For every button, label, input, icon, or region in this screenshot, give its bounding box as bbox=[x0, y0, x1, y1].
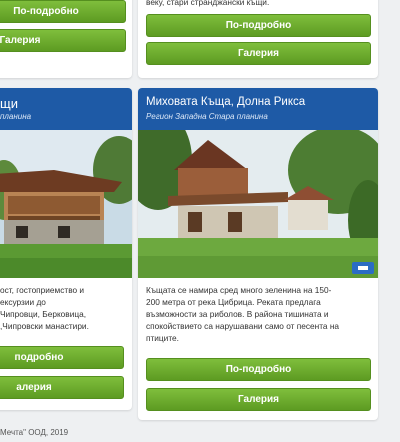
house-card-mihova: Миховата Къща, Долна Рикса Регион Западн… bbox=[138, 88, 378, 420]
gallery-button[interactable]: Галерия bbox=[146, 388, 371, 411]
more-details-button[interactable]: По-подробно bbox=[146, 14, 371, 37]
more-details-button[interactable]: подробно bbox=[0, 346, 124, 369]
gallery-button[interactable]: Галерия bbox=[146, 42, 371, 65]
watermark-logo bbox=[352, 262, 374, 274]
gallery-button[interactable]: Галерия bbox=[0, 29, 126, 52]
more-details-label: По-подробно bbox=[225, 364, 292, 375]
card-description: Къщата се намира сред много зеленина на … bbox=[146, 285, 340, 343]
card-title[interactable]: щи bbox=[0, 96, 18, 111]
gallery-label: Галерия bbox=[238, 48, 279, 59]
gallery-button[interactable]: алерия bbox=[0, 376, 124, 399]
card-description: ост, гостоприемство и ексурзии до Чипров… bbox=[0, 285, 89, 331]
more-details-label: По-подробно bbox=[225, 20, 292, 31]
more-details-button[interactable]: По-подробно bbox=[146, 358, 371, 381]
house-photo-image bbox=[138, 130, 378, 278]
top-left-card: По-подробно Галерия bbox=[0, 0, 132, 78]
copyright-footer: Мечта" ООД, 2019 bbox=[0, 428, 69, 437]
more-details-label: По-подробно bbox=[13, 6, 79, 17]
gallery-label: Галерия bbox=[238, 394, 279, 405]
top-right-card: веку, стари странджански къщи. По-подроб… bbox=[138, 0, 378, 78]
card-title[interactable]: Миховата Къща, Долна Рикса bbox=[146, 96, 305, 108]
more-details-button[interactable]: По-подробно bbox=[0, 0, 126, 23]
card-description-tail: веку, стари странджански къщи. bbox=[146, 0, 270, 7]
card-header: Миховата Къща, Долна Рикса Регион Западн… bbox=[138, 88, 378, 130]
house-photo[interactable] bbox=[138, 130, 378, 278]
house-card-left: щи планина ост, гостоприемство и ексурзи… bbox=[0, 88, 132, 410]
watermark-icon bbox=[356, 264, 370, 272]
house-photo-image bbox=[0, 130, 132, 278]
more-details-label: подробно bbox=[14, 352, 64, 363]
card-subtitle: планина bbox=[0, 112, 32, 121]
gallery-label: Галерия bbox=[0, 35, 41, 46]
house-photo[interactable] bbox=[0, 130, 132, 278]
card-subtitle: Регион Западна Стара планина bbox=[146, 112, 268, 121]
gallery-label: алерия bbox=[16, 382, 52, 393]
card-header: щи планина bbox=[0, 88, 132, 130]
